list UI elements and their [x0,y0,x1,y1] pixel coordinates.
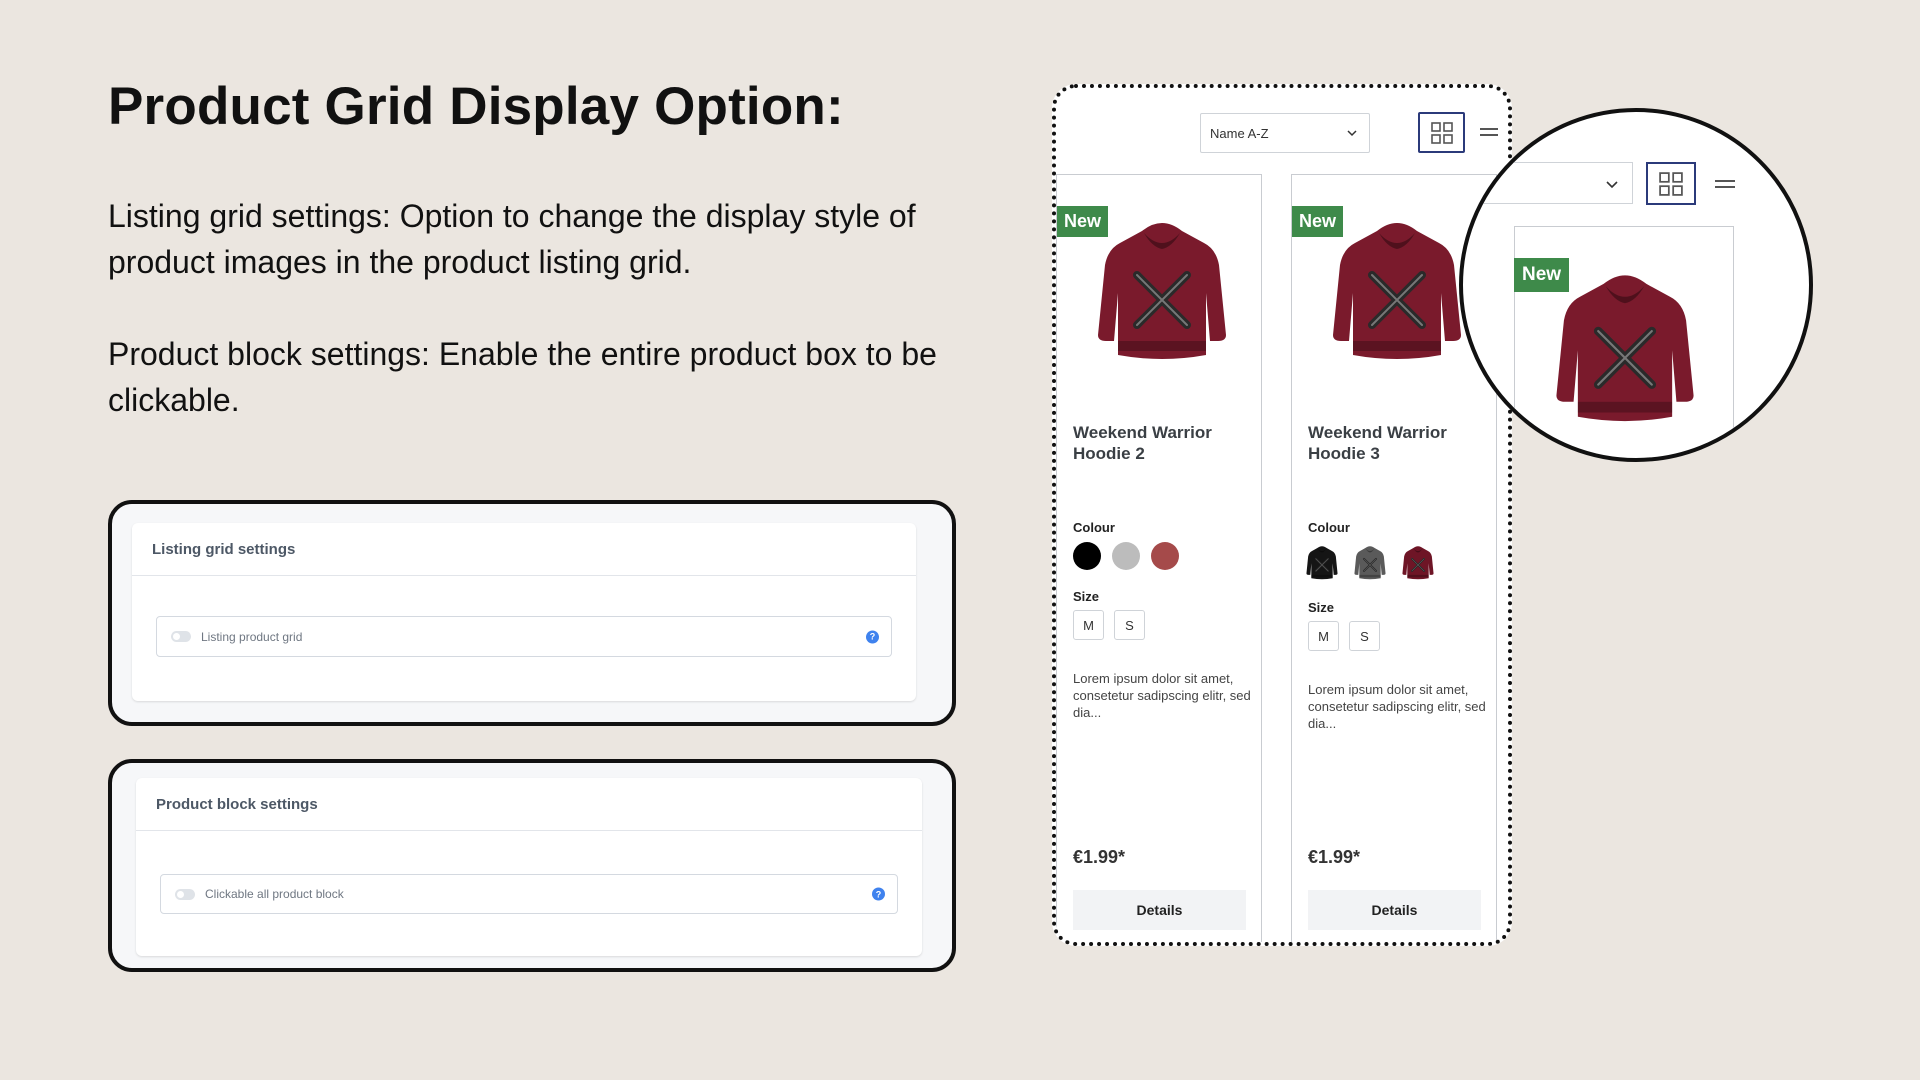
grid-view-button[interactable] [1418,112,1465,153]
help-icon[interactable]: ? [866,630,879,643]
settings-panel: Product block settings Clickable all pro… [136,778,922,956]
grid-icon [1430,121,1453,144]
settings-title: Product block settings [136,778,922,831]
listing-grid-settings-card: Listing grid settings Listing product gr… [108,500,956,726]
colour-label: Colour [1308,520,1350,535]
zoomed-grid-view-button [1646,162,1696,205]
colour-thumbnail[interactable] [1305,542,1339,582]
product-card[interactable]: New Weekend Warrior Hoodie 2 Colour Size… [1056,174,1262,942]
colour-swatch[interactable] [1112,542,1140,570]
list-view-icon [1715,180,1735,188]
zoomed-sort-select [1463,162,1633,204]
sort-select[interactable]: Name A-Z [1200,113,1370,153]
colour-thumbnail[interactable] [1353,542,1387,582]
details-button[interactable]: Details [1308,890,1481,930]
grid-icon [1659,171,1683,196]
size-option[interactable]: M [1308,621,1339,651]
size-label: Size [1308,600,1335,615]
size-option[interactable]: S [1349,621,1380,651]
chevron-down-icon [1347,130,1357,137]
listing-product-grid-toggle[interactable] [171,631,191,642]
sort-value: Name A-Z [1210,125,1269,141]
chevron-down-icon [1606,181,1618,189]
colour-swatches [1073,542,1179,570]
size-options: M S [1308,621,1380,651]
colour-label: Colour [1073,520,1115,535]
product-image[interactable] [1092,213,1232,363]
page-heading: Product Grid Display Option: [108,77,844,136]
product-price: €1.99* [1073,847,1126,867]
clickable-product-block-toggle[interactable] [175,888,195,900]
colour-thumbnails [1305,542,1435,582]
product-listing-preview: Name A-Z New Weekend Warrior Hoodie 2 Co… [1052,84,1512,946]
colour-thumbnail[interactable] [1401,542,1435,582]
field-label: Clickable all product block [205,887,344,901]
product-image [1550,264,1700,426]
field-label: Listing product grid [201,629,303,644]
product-image[interactable] [1327,213,1467,363]
settings-title: Listing grid settings [132,523,916,576]
product-description: Lorem ipsum dolor sit amet, consetetur s… [1308,682,1486,731]
product-price: €1.99* [1308,847,1361,867]
help-icon[interactable]: ? [872,887,885,901]
size-label: Size [1073,589,1100,604]
listing-grid-description: Listing grid settings: Option to change … [108,198,916,280]
clickable-product-block-field: Clickable all product block ? [160,874,898,914]
colour-swatch[interactable] [1073,542,1101,570]
product-name[interactable]: Weekend Warrior Hoodie 2 [1073,422,1253,464]
product-block-settings-card: Product block settings Clickable all pro… [108,759,956,972]
product-block-description: Product block settings: Enable the entir… [108,336,937,418]
details-button[interactable]: Details [1073,890,1246,930]
size-option[interactable]: M [1073,610,1104,640]
list-view-icon[interactable] [1480,126,1498,138]
size-option[interactable]: S [1114,610,1145,640]
colour-swatch[interactable] [1151,542,1179,570]
product-name[interactable]: Weekend Warrior Hoodie 3 [1308,422,1488,464]
zoom-magnifier: New [1459,108,1813,462]
listing-product-grid-field: Listing product grid ? [156,616,892,657]
settings-panel: Listing grid settings Listing product gr… [132,523,916,701]
product-description: Lorem ipsum dolor sit amet, consetetur s… [1073,671,1251,720]
size-options: M S [1073,610,1145,640]
